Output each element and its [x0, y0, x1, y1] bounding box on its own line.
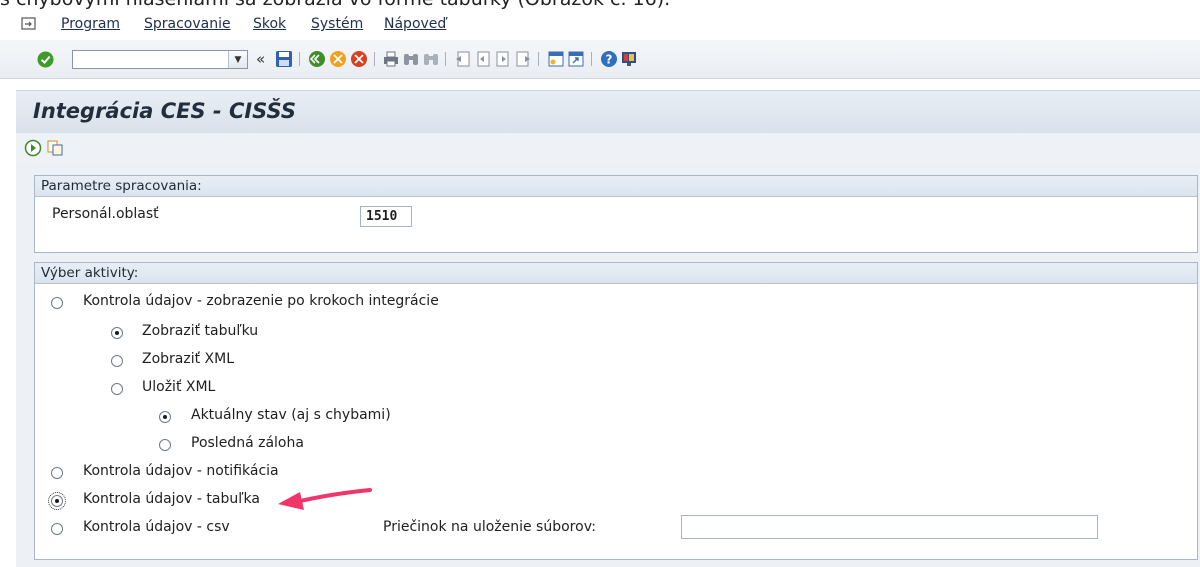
customize-layout-icon[interactable]: [620, 50, 638, 68]
menu-item-system[interactable]: Systém: [311, 16, 363, 32]
last-page-icon[interactable]: [514, 50, 532, 68]
menu-item-program[interactable]: Program: [61, 16, 120, 32]
history-back-icon[interactable]: «: [256, 50, 265, 68]
previous-page-icon[interactable]: [474, 50, 492, 68]
params-group: Parametre spracovania: Personál.oblasť 1…: [34, 175, 1198, 253]
print-icon[interactable]: [382, 50, 400, 68]
menu-item-skok[interactable]: Skok: [253, 16, 286, 32]
menu-item-napoved[interactable]: Nápoveď: [384, 16, 446, 32]
activity-group-header: Výber aktivity:: [35, 263, 1197, 284]
save-icon[interactable]: [275, 50, 293, 68]
find-next-icon[interactable]: [422, 50, 440, 68]
standard-toolbar: ▼ « ?: [0, 40, 1200, 79]
annotation-arrow-icon: [278, 488, 372, 510]
menu-icon[interactable]: [21, 17, 37, 31]
document-caption-text: s chybovými hláseniami sa zobrazia vo fo…: [0, 0, 670, 10]
radio-ctrl-table[interactable]: [48, 492, 66, 510]
radio-ctrl-steps-label: Kontrola údajov - zobrazenie po krokoch …: [83, 293, 439, 309]
radio-current-state[interactable]: [159, 411, 171, 423]
toolbar-separator: [374, 52, 375, 66]
personal-area-label: Personál.oblasť: [52, 206, 159, 222]
radio-ctrl-steps[interactable]: [51, 297, 63, 309]
screen-title-bar: Integrácia CES - CISŠS: [16, 90, 1200, 134]
find-icon[interactable]: [402, 50, 420, 68]
selection-screen: Parametre spracovania: Personál.oblasť 1…: [16, 163, 1200, 567]
command-dropdown-arrow-icon[interactable]: ▼: [228, 51, 247, 68]
command-field[interactable]: [72, 50, 248, 69]
create-session-icon[interactable]: [547, 50, 565, 68]
menu-bar: Program Spracovanie Skok Systém Nápoveď: [0, 10, 1200, 40]
personal-area-field[interactable]: 1510: [360, 206, 412, 227]
radio-show-table-label: Zobraziť tabuľku: [142, 323, 259, 339]
first-page-icon[interactable]: [454, 50, 472, 68]
params-group-header: Parametre spracovania:: [35, 176, 1197, 197]
radio-ctrl-csv[interactable]: [51, 523, 63, 535]
activity-group: Výber aktivity: Kontrola údajov - zobraz…: [34, 262, 1198, 560]
shortcut-icon[interactable]: [567, 50, 585, 68]
radio-current-state-label: Aktuálny stav (aj s chybami): [191, 407, 391, 423]
folder-label: Priečinok na uloženie súborov:: [383, 519, 596, 535]
radio-ctrl-csv-label: Kontrola údajov - csv: [83, 519, 230, 535]
svg-text:?: ?: [606, 53, 613, 67]
menu-item-spracovanie[interactable]: Spracovanie: [144, 16, 231, 32]
back-icon[interactable]: [308, 50, 326, 68]
radio-show-table[interactable]: [111, 327, 123, 339]
toolbar-separator: [445, 52, 446, 66]
check-icon[interactable]: [37, 51, 54, 68]
exit-icon[interactable]: [329, 50, 347, 68]
radio-ctrl-table-label: Kontrola údajov - tabuľka: [83, 491, 260, 507]
application-toolbar: [16, 133, 1200, 164]
execute-icon[interactable]: [24, 139, 42, 157]
variant-icon[interactable]: [46, 139, 64, 157]
toolbar-separator: [299, 52, 300, 66]
radio-show-xml[interactable]: [111, 355, 123, 367]
page-title: Integrácia CES - CISŠS: [33, 99, 297, 123]
cancel-icon[interactable]: [350, 50, 368, 68]
radio-save-xml[interactable]: [111, 383, 123, 395]
toolbar-separator: [591, 52, 592, 66]
radio-ctrl-notification-label: Kontrola údajov - notifikácia: [83, 463, 279, 479]
help-icon[interactable]: ?: [600, 50, 618, 68]
toolbar-separator: [538, 52, 539, 66]
radio-last-backup-label: Posledná záloha: [191, 435, 304, 451]
radio-show-xml-label: Zobraziť XML: [142, 351, 235, 367]
next-page-icon[interactable]: [494, 50, 512, 68]
radio-ctrl-notification[interactable]: [51, 467, 63, 479]
radio-save-xml-label: Uložiť XML: [142, 379, 216, 395]
radio-last-backup[interactable]: [159, 439, 171, 451]
folder-field[interactable]: [681, 515, 1098, 539]
